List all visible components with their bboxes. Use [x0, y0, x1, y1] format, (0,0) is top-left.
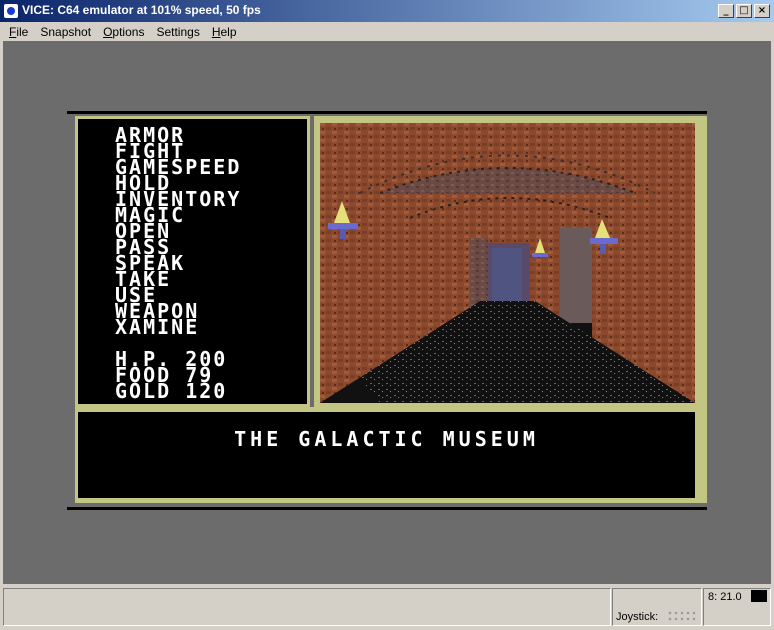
corridor-scene — [320, 123, 695, 403]
emulator-screen[interactable]: ARMOR FIGHT GAMESPEED HOLD INVENTORY MAG… — [3, 41, 771, 584]
title-bar: VICE: C64 emulator at 101% speed, 50 fps… — [0, 0, 774, 22]
status-message-pane — [3, 588, 611, 626]
minimize-button[interactable]: _ — [718, 4, 734, 18]
window-title: VICE: C64 emulator at 101% speed, 50 fps — [22, 3, 261, 17]
window-controls: _ □ × — [718, 4, 770, 18]
menu-snapshot[interactable]: Snapshot — [34, 25, 97, 39]
vice-app-icon[interactable] — [4, 4, 18, 18]
top-rule — [67, 111, 707, 114]
menu-options[interactable]: Options — [97, 25, 150, 39]
message-panel: THE GALACTIC MUSEUM — [78, 412, 695, 498]
drive-led-icon — [751, 590, 767, 602]
command-menu: ARMOR FIGHT GAMESPEED HOLD INVENTORY MAG… — [78, 119, 307, 404]
joystick-label: Joystick: — [616, 611, 659, 623]
maximize-button[interactable]: □ — [736, 4, 752, 18]
command-xamine: XAMINE — [115, 315, 200, 339]
joystick-indicator-icon — [667, 610, 697, 622]
menu-file[interactable]: File — [3, 25, 34, 39]
close-button[interactable]: × — [754, 4, 770, 18]
menu-help[interactable]: Help — [206, 25, 243, 39]
dungeon-view — [320, 123, 695, 403]
menu-bar: File Snapshot Options Settings Help — [0, 22, 774, 41]
drive-status: 8: 21.0 — [708, 591, 742, 603]
location-name: THE GALACTIC MUSEUM — [234, 427, 539, 451]
menu-settings[interactable]: Settings — [150, 25, 205, 39]
bottom-rule — [67, 507, 707, 510]
stat-gold: GOLD 120 — [115, 379, 228, 403]
